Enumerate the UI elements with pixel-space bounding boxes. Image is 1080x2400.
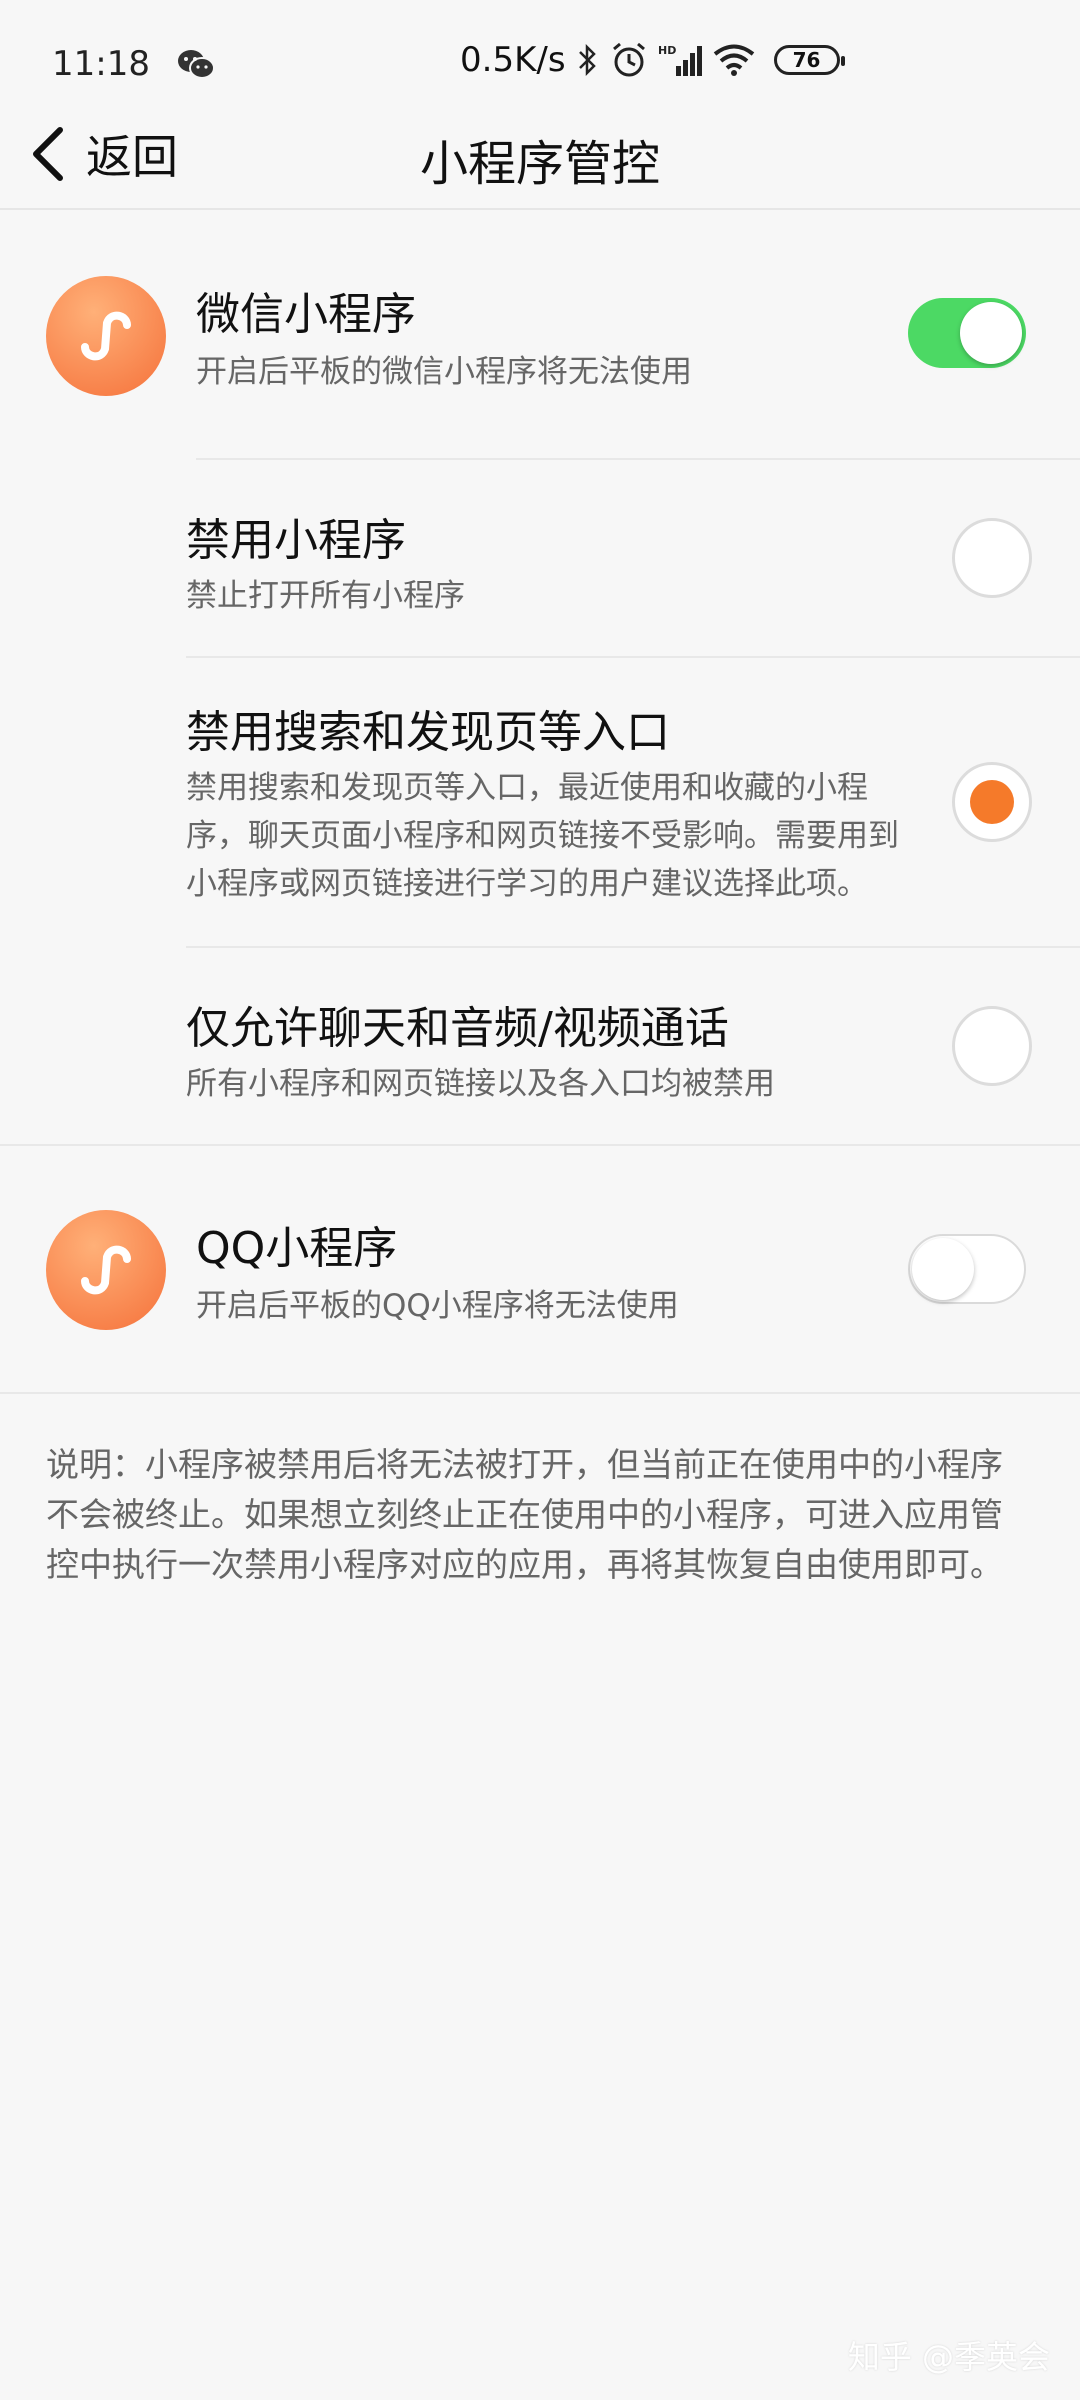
miniprogram-logo-icon [46, 276, 166, 396]
radio-selected-dot [970, 780, 1014, 824]
note-line-3: 控中执行一次禁用小程序对应的应用，再将其恢复自由使用即可。 [46, 1545, 1003, 1584]
option-desc: 所有小程序和网页链接以及各入口均被禁用 [186, 1066, 775, 1102]
wechat-icon [176, 47, 216, 81]
option-desc-line-2: 序，聊天页面小程序和网页链接不受影响。需要用到 [186, 818, 899, 854]
note-line-1: 说明：小程序被禁用后将无法被打开，但当前正在使用中的小程序 [46, 1445, 1003, 1484]
hd-signal-icon: HD [658, 42, 702, 78]
miniprogram-logo-icon [46, 1210, 166, 1330]
radio-chat-only[interactable] [952, 1006, 1032, 1086]
status-time: 11:18 [52, 44, 150, 84]
svg-text:HD: HD [658, 44, 676, 57]
option-desc-line-1: 禁用搜索和发现页等入口，最近使用和收藏的小程 [186, 770, 868, 806]
watermark: 知乎 @季英会 [847, 2338, 1050, 2376]
radio-disable-search-entry[interactable] [952, 762, 1032, 842]
note-line-2: 不会被终止。如果想立刻终止正在使用中的小程序，可进入应用管 [46, 1495, 1003, 1534]
option-title: 仅允许聊天和音频/视频通话 [186, 1003, 729, 1054]
battery-icon: 76 [773, 45, 845, 75]
toggle-knob [912, 1238, 974, 1300]
alarm-icon [610, 41, 648, 79]
wifi-icon [712, 43, 756, 77]
qq-miniprogram-row: QQ小程序 开启后平板的QQ小程序将无法使用 [0, 1146, 1080, 1392]
divider [0, 1392, 1080, 1394]
option-disable-search-entry[interactable]: 禁用搜索和发现页等入口 禁用搜索和发现页等入口，最近使用和收藏的小程 序，聊天页… [0, 658, 1080, 946]
top-navigation-bar: 返回 小程序管控 [0, 100, 1080, 210]
radio-disable-miniprogram[interactable] [952, 518, 1032, 598]
qq-toggle[interactable] [908, 1234, 1026, 1304]
explanation-note: 说明：小程序被禁用后将无法被打开，但当前正在使用中的小程序 不会被终止。如果想立… [46, 1440, 1036, 1590]
wechat-title: 微信小程序 [196, 289, 416, 340]
qq-title: QQ小程序 [196, 1223, 398, 1274]
option-chat-only[interactable]: 仅允许聊天和音频/视频通话 所有小程序和网页链接以及各入口均被禁用 [0, 948, 1080, 1144]
option-disable-miniprogram[interactable]: 禁用小程序 禁止打开所有小程序 [0, 460, 1080, 656]
bluetooth-icon [576, 42, 600, 78]
wechat-subtitle: 开启后平板的微信小程序将无法使用 [196, 354, 692, 390]
wechat-toggle[interactable] [908, 298, 1026, 368]
wechat-miniprogram-row: 微信小程序 开启后平板的微信小程序将无法使用 [0, 212, 1080, 458]
option-title: 禁用搜索和发现页等入口 [186, 707, 670, 758]
option-desc-line-3: 小程序或网页链接进行学习的用户建议选择此项。 [186, 866, 868, 902]
qq-subtitle: 开启后平板的QQ小程序将无法使用 [196, 1288, 679, 1324]
network-speed: 0.5K/s [460, 40, 566, 80]
toggle-knob [960, 302, 1022, 364]
option-title: 禁用小程序 [186, 515, 406, 566]
page-title: 小程序管控 [419, 136, 660, 192]
status-right-group: 0.5K/s HD 76 [460, 40, 845, 80]
option-desc: 禁止打开所有小程序 [186, 578, 465, 614]
